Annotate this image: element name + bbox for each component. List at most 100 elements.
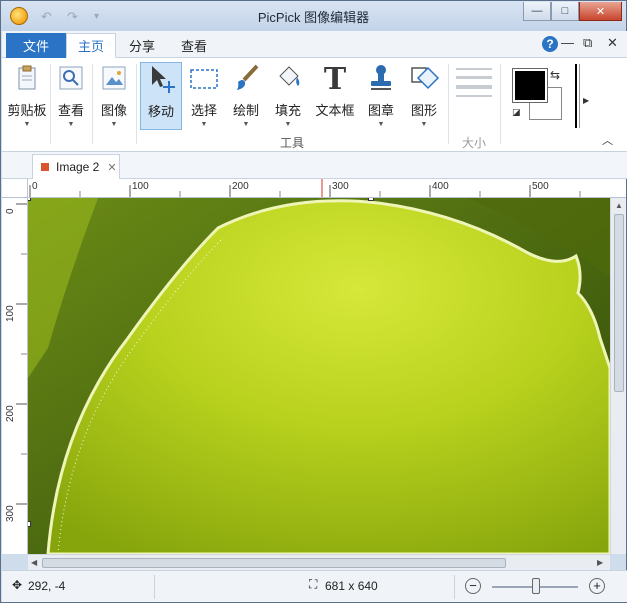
- status-divider: [154, 575, 155, 599]
- document-tab-label: Image 2: [56, 160, 100, 174]
- dropdown-arrow-icon: ▼: [67, 121, 75, 128]
- ribbon-collapse-icon[interactable]: ︿: [602, 132, 613, 148]
- shape-tool-button[interactable]: 图形 ▼: [404, 62, 444, 130]
- dropdown-arrow-icon: ▼: [200, 121, 208, 128]
- vertical-scroll-thumb[interactable]: [614, 214, 624, 392]
- ribbon-tab-row: 文件 主页 分享 查看 ? — ⧉ ✕: [2, 31, 627, 58]
- ribbon: 剪贴板 ▼ 查看 ▼ 图像 ▼ 移动 选择 ▼ 绘制 ▼ 填充 ▼ T 文本框 …: [2, 58, 627, 152]
- resize-handle[interactable]: [28, 521, 31, 527]
- status-divider: [454, 575, 455, 599]
- close-tab-icon[interactable]: ✕: [107, 161, 116, 174]
- vertical-ruler: 0 100 200 300: [2, 198, 28, 554]
- svg-text:T: T: [324, 62, 347, 94]
- view-button[interactable]: 查看 ▼: [52, 62, 90, 130]
- shape-label: 图形: [410, 103, 437, 118]
- ruler-label: 500: [532, 181, 549, 192]
- maximize-button[interactable]: □: [551, 2, 579, 21]
- line-size-selector[interactable]: [456, 66, 492, 98]
- clipboard-icon: [11, 62, 43, 94]
- reset-colors-icon[interactable]: ◪: [512, 107, 521, 118]
- ribbon-divider: [448, 64, 449, 144]
- image-label: 图像: [100, 103, 127, 118]
- dropdown-arrow-icon: ▼: [110, 121, 118, 128]
- ribbon-restore-icon[interactable]: ⧉: [583, 35, 592, 51]
- resize-handle[interactable]: [368, 198, 374, 201]
- ribbon-divider: [50, 64, 51, 144]
- scroll-up-icon[interactable]: ▲: [615, 201, 623, 210]
- paint-bucket-icon: [272, 62, 304, 94]
- help-icon[interactable]: ?: [542, 36, 558, 52]
- stamp-tool-button[interactable]: 图章 ▼: [362, 62, 400, 130]
- zoom-in-label: +: [593, 578, 601, 593]
- dropdown-arrow-icon: ▼: [242, 121, 250, 128]
- resize-handle[interactable]: [28, 198, 31, 201]
- cursor-position-value: 292, -4: [28, 579, 66, 593]
- view-label: 查看: [57, 103, 84, 118]
- tab-file[interactable]: 文件: [6, 33, 66, 58]
- brush-icon: [230, 62, 262, 94]
- horizontal-scroll-thumb[interactable]: [42, 558, 506, 568]
- leaf-photo: [28, 198, 610, 554]
- text-t-icon: T: [319, 62, 351, 97]
- ruler-ticks: [16, 203, 27, 505]
- minimize-button[interactable]: —: [523, 2, 551, 21]
- move-tool-button[interactable]: 移动: [140, 62, 182, 130]
- ribbon-divider: [500, 64, 501, 144]
- draw-tool-button[interactable]: 绘制 ▼: [227, 62, 265, 130]
- stamp-icon: [365, 62, 397, 94]
- document-tab-bar: Image 2 ✕: [2, 152, 627, 179]
- select-tool-button[interactable]: 选择 ▼: [185, 62, 223, 130]
- primary-color-swatch[interactable]: [512, 68, 548, 103]
- select-label: 选择: [190, 103, 217, 118]
- image-button[interactable]: 图像 ▼: [95, 62, 133, 130]
- horizontal-scrollbar[interactable]: ◀ ▶: [28, 554, 610, 570]
- cursor-position-icon: ✥: [12, 578, 23, 592]
- move-tool-icon: [145, 63, 177, 95]
- tools-group-label: 工具: [280, 136, 305, 150]
- tab-home[interactable]: 主页: [66, 33, 116, 58]
- image-size-icon: ⛶: [309, 577, 318, 591]
- palette-edge[interactable]: [575, 64, 580, 128]
- dropdown-arrow-icon: ▼: [23, 121, 31, 128]
- image-doc-icon: [41, 163, 49, 171]
- dropdown-arrow-icon: ▼: [377, 121, 385, 128]
- ribbon-close-icon[interactable]: ✕: [607, 35, 618, 51]
- ribbon-scroll-right-icon[interactable]: ▶: [583, 96, 589, 105]
- app-window: ↶ ↷ ▾ PicPick 图像编辑器 — □ ✕ 文件 主页 分享 查看 ? …: [0, 0, 627, 603]
- ribbon-divider: [136, 64, 137, 144]
- selection-rect-icon: [188, 62, 220, 94]
- tab-share[interactable]: 分享: [120, 33, 164, 58]
- scroll-right-icon[interactable]: ▶: [597, 558, 603, 567]
- move-label: 移动: [147, 104, 174, 119]
- horizontal-ruler: 0 100 200 300 400 500: [28, 179, 626, 198]
- textbox-label: 文本框: [315, 103, 355, 118]
- ruler-label: 400: [432, 181, 449, 192]
- document-tab-image-2[interactable]: Image 2 ✕: [32, 154, 120, 179]
- draw-label: 绘制: [232, 103, 259, 118]
- fill-label: 填充: [274, 103, 301, 118]
- ruler-corner: [2, 179, 28, 198]
- zoom-out-label: −: [469, 578, 477, 593]
- zoom-slider-thumb[interactable]: [532, 578, 540, 594]
- tab-view[interactable]: 查看: [172, 33, 216, 58]
- ribbon-divider: [92, 64, 93, 144]
- dropdown-arrow-icon: ▼: [284, 121, 292, 128]
- scroll-left-icon[interactable]: ◀: [31, 558, 37, 567]
- zoom-view-icon: [55, 62, 87, 94]
- ribbon-minimize-icon[interactable]: —: [561, 35, 574, 50]
- clipboard-label: 剪贴板: [7, 103, 47, 118]
- close-button[interactable]: ✕: [579, 2, 622, 21]
- shapes-icon: [408, 62, 440, 94]
- image-canvas[interactable]: [28, 198, 610, 554]
- ruler-label: 300: [5, 505, 16, 522]
- vertical-scrollbar[interactable]: ▲: [610, 198, 626, 554]
- ruler-label: 0: [32, 181, 38, 192]
- textbox-tool-button[interactable]: T 文本框: [312, 62, 358, 130]
- clipboard-button[interactable]: 剪贴板 ▼: [6, 62, 48, 130]
- status-bar: ✥ 292, -4 ⛶ 681 x 640 − +: [2, 570, 627, 602]
- zoom-in-button[interactable]: +: [589, 578, 605, 594]
- swap-colors-icon[interactable]: ⇆: [550, 68, 560, 82]
- zoom-out-button[interactable]: −: [465, 578, 481, 594]
- ruler-label: 0: [5, 208, 16, 214]
- fill-tool-button[interactable]: 填充 ▼: [269, 62, 307, 130]
